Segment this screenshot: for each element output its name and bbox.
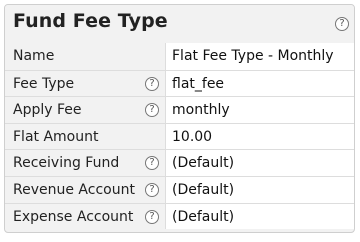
field-label-apply-fee: Apply Fee [13,102,82,119]
value-cell: 10.00 [165,123,354,150]
field-value-receiving-fund: (Default) [172,155,235,172]
question-circle-icon[interactable]: ? [145,156,159,171]
label-cell: Apply Fee ? [5,97,165,123]
label-cell: Name [5,43,165,70]
field-value-expense-account: (Default) [172,208,235,225]
value-cell: Flat Fee Type - Monthly [165,43,354,70]
row-revenue-account: Revenue Account ? (Default) [5,175,354,203]
field-label-receiving-fund: Receiving Fund [13,155,120,172]
field-label-expense-account: Expense Account [13,208,134,225]
question-circle-icon[interactable]: ? [145,103,159,118]
field-value-revenue-account: (Default) [172,181,235,198]
field-label-fee-type: Fee Type [13,75,75,92]
fund-fee-type-panel: Fund Fee Type ? Name Flat Fee Type - Mon… [4,4,355,233]
question-circle-icon[interactable]: ? [335,17,349,31]
label-cell: Fee Type ? [5,70,165,97]
value-cell: monthly [165,97,354,123]
value-cell: (Default) [165,176,354,203]
row-receiving-fund: Receiving Fund ? (Default) [5,149,354,176]
field-label-flat-amount: Flat Amount [13,128,99,145]
details-table: Name Flat Fee Type - Monthly Fee Type ? … [5,43,354,230]
field-value-name: Flat Fee Type - Monthly [172,48,334,64]
question-circle-icon[interactable]: ? [145,76,159,91]
label-cell: Expense Account ? [5,203,165,230]
row-apply-fee: Apply Fee ? monthly [5,96,354,123]
row-expense-account: Expense Account ? (Default) [5,202,354,230]
value-cell: flat_fee [165,70,354,97]
row-fee-type: Fee Type ? flat_fee [5,69,354,97]
field-label-name: Name [13,48,55,64]
field-value-apply-fee: monthly [172,102,230,119]
field-value-fee-type: flat_fee [172,75,225,92]
value-cell: (Default) [165,150,354,176]
row-name: Name Flat Fee Type - Monthly [5,43,354,70]
question-circle-icon[interactable]: ? [145,209,159,224]
field-value-flat-amount: 10.00 [172,128,213,145]
question-circle-icon[interactable]: ? [145,182,159,197]
value-cell: (Default) [165,203,354,230]
row-flat-amount: Flat Amount 10.00 [5,122,354,150]
panel-title: Fund Fee Type [13,10,168,32]
label-cell: Receiving Fund ? [5,150,165,176]
label-cell: Revenue Account ? [5,176,165,203]
panel-header: Fund Fee Type ? [5,5,354,41]
field-label-revenue-account: Revenue Account [13,181,135,198]
label-cell: Flat Amount [5,123,165,150]
